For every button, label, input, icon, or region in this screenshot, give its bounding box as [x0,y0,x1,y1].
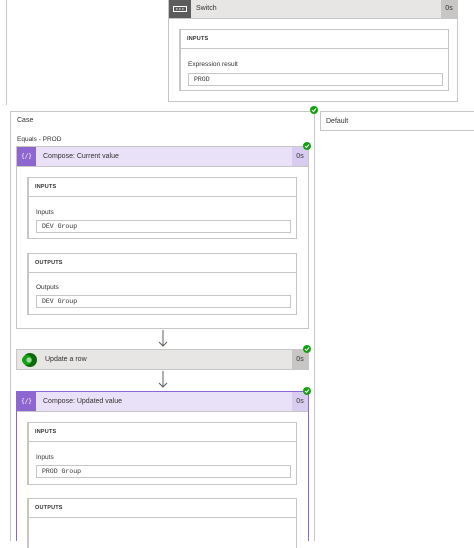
compose-current-inputs-section: INPUTS Inputs DEV Group [27,177,297,239]
switch-title: Switch [196,5,217,12]
update-row-title: Update a row [45,356,87,363]
flow-connector-left [6,0,7,105]
expression-result-value[interactable]: PROD [188,73,443,86]
switch-header[interactable]: Switch 0s [169,0,457,19]
switch-inputs-heading: INPUTS [187,36,209,42]
compose-updated-outputs-heading: OUTPUTS [35,505,63,511]
switch-inputs-divider [181,48,449,49]
switch-inputs-section: INPUTS Expression result PROD [179,29,449,91]
section-divider [29,517,297,518]
update-row-card[interactable]: Update a row 0s [16,349,309,370]
compose-current-title: Compose: Current value [43,153,119,160]
compose-current-inputs-value[interactable]: DEV Group [36,220,291,233]
dataverse-icon [17,350,41,369]
compose-updated-card[interactable]: {/} Compose: Updated value 0s INPUTS Inp… [16,391,309,548]
compose-updated-inputs-heading: INPUTS [35,429,57,435]
compose-braces-icon: {/} [17,147,36,166]
compose-current-header[interactable]: {/} Compose: Current value 0s [17,147,308,167]
compose-current-outputs-heading: OUTPUTS [35,260,63,266]
case-success-check-icon [310,106,318,114]
default-card[interactable]: Default [320,111,474,131]
compose-current-card[interactable]: {/} Compose: Current value 0s INPUTS Inp… [16,146,309,329]
compose-updated-inputs-section: INPUTS Inputs PROD Group [27,422,297,485]
update-row-success-check-icon [303,345,311,353]
arrow-down-icon [157,371,169,389]
compose-updated-inputs-value[interactable]: PROD Group [36,465,291,478]
compose-updated-outputs-section: OUTPUTS [27,498,297,548]
compose-current-inputs-heading: INPUTS [35,184,57,190]
section-divider [29,441,297,442]
compose-current-outputs-value[interactable]: DEV Group [36,295,291,308]
switch-duration: 0s [441,0,457,18]
expression-result-label: Expression result [188,61,238,68]
compose-current-outputs-section: OUTPUTS Outputs DEV Group [27,253,297,315]
compose-updated-inputs-label: Inputs [36,454,54,461]
compose-current-outputs-label: Outputs [36,284,59,291]
default-title: Default [326,118,349,125]
section-divider [29,196,297,197]
switch-body: INPUTS Expression result PROD [179,29,449,91]
compose-current-inputs-label: Inputs [36,209,54,216]
compose-current-success-check-icon [303,142,311,150]
compose-updated-title: Compose: Updated value [43,398,122,405]
switch-card[interactable]: Switch 0s INPUTS Expression result PROD [168,0,458,102]
compose-braces-icon: {/} [17,392,36,411]
arrow-down-icon [157,330,169,348]
case-condition: Equals - PROD [17,136,62,143]
case-title[interactable]: Case [17,117,33,124]
update-row-header[interactable]: Update a row 0s [17,350,308,369]
section-divider [29,272,297,273]
compose-updated-success-check-icon [303,387,311,395]
switch-icon [169,0,191,18]
compose-updated-header[interactable]: {/} Compose: Updated value 0s [17,392,308,412]
